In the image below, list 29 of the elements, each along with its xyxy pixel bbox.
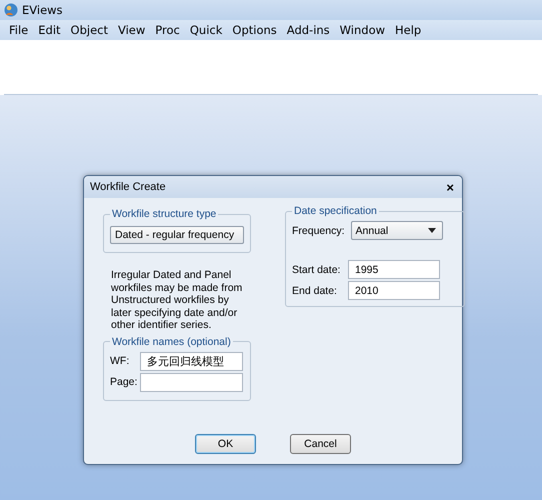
group-label: Workfile names (optional): [111, 336, 232, 348]
menu-item[interactable]: Add-ins: [282, 23, 335, 37]
group-label: Workfile structure type: [111, 208, 218, 220]
menu-item[interactable]: Quick: [184, 23, 228, 37]
field-label: Frequency:: [292, 224, 345, 236]
menu-item[interactable]: File: [4, 23, 34, 37]
menu-item[interactable]: View: [113, 23, 150, 37]
close-button[interactable]: ×: [444, 180, 456, 194]
field-label: End date:: [292, 284, 338, 296]
structure-type-dropdown[interactable]: Dated - regular frequency: [110, 226, 244, 244]
cancel-button[interactable]: Cancel: [290, 434, 351, 454]
menu-item[interactable]: Proc: [150, 23, 185, 37]
window-title: EViews: [22, 3, 63, 17]
dialog-title: Workfile Create: [90, 181, 166, 193]
field-label: Page:: [110, 376, 138, 388]
menu-item[interactable]: Window: [334, 23, 390, 37]
field-label: WF:: [110, 355, 130, 367]
menu-item[interactable]: Help: [390, 23, 426, 37]
menu-item[interactable]: Object: [66, 23, 113, 37]
workfile-name-field[interactable]: 多元回归线模型: [140, 352, 243, 370]
end-date-field[interactable]: 2010: [348, 281, 440, 300]
menu-item[interactable]: Edit: [33, 23, 66, 37]
frequency-dropdown[interactable]: Annual: [350, 221, 443, 240]
start-date-field[interactable]: 1995: [348, 260, 440, 279]
ok-button[interactable]: OK: [195, 434, 256, 454]
info-text: Irregular Dated and Panel workfiles may be made from Unstructured workfiles by later specifying date and/or other identifier series.: [111, 269, 244, 332]
field-label: Start date:: [292, 264, 342, 276]
group-label: Date specification: [293, 205, 378, 217]
menu-item[interactable]: Options: [227, 23, 282, 37]
